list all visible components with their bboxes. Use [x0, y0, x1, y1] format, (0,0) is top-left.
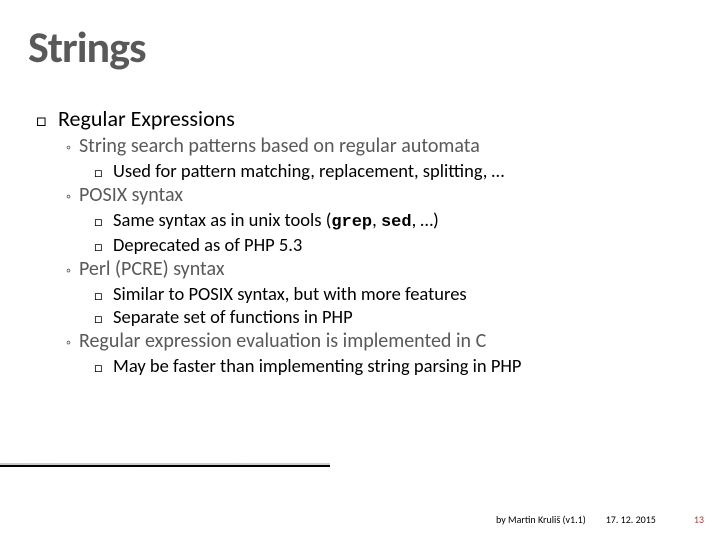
- list-item: □ Separate set of functions in PHP: [94, 305, 700, 328]
- slide-content: □ Regular Expressions ◦ String search pa…: [36, 105, 700, 377]
- list-item: □ Similar to POSIX syntax, but with more…: [94, 282, 700, 305]
- section-heading-row: □ Regular Expressions: [36, 105, 700, 133]
- list-item-text: May be faster than implementing string p…: [113, 354, 521, 377]
- decorative-line: [0, 463, 330, 469]
- slide-title: Strings: [28, 20, 146, 74]
- list-item-text: Same syntax as in unix tools (grep, sed,…: [113, 208, 439, 233]
- list-item-text: String search patterns based on regular …: [79, 134, 480, 159]
- page-number: 13: [694, 513, 704, 526]
- square-bullet-icon: □: [94, 289, 108, 303]
- list-item-text: Separate set of functions in PHP: [113, 305, 353, 328]
- square-bullet-icon: □: [36, 111, 52, 129]
- list-item-text: Used for pattern matching, replacement, …: [113, 159, 504, 182]
- footer-author: by Martin Kruliš (v1.1): [496, 513, 586, 526]
- circle-bullet-icon: ◦: [66, 139, 71, 157]
- square-bullet-icon: □: [94, 166, 108, 180]
- list-item-text: POSIX syntax: [79, 183, 183, 208]
- list-item: ◦ Regular expression evaluation is imple…: [66, 329, 700, 354]
- list-item-text: Similar to POSIX syntax, but with more f…: [113, 282, 467, 305]
- square-bullet-icon: □: [94, 361, 108, 375]
- square-bullet-icon: □: [94, 240, 108, 254]
- square-bullet-icon: □: [94, 312, 108, 326]
- code-token: grep: [331, 213, 372, 232]
- circle-bullet-icon: ◦: [66, 334, 71, 352]
- list-item: □ Same syntax as in unix tools (grep, se…: [94, 208, 700, 233]
- section-heading: Regular Expressions: [58, 105, 235, 133]
- list-item: □ Deprecated as of PHP 5.3: [94, 233, 700, 256]
- list-item-text: Regular expression evaluation is impleme…: [79, 329, 486, 354]
- circle-bullet-icon: ◦: [66, 262, 71, 280]
- list-item: □ Used for pattern matching, replacement…: [94, 159, 700, 182]
- slide-footer: by Martin Kruliš (v1.1) 17. 12. 2015 13: [496, 513, 704, 526]
- list-item: ◦ POSIX syntax: [66, 183, 700, 208]
- list-item-text: Perl (PCRE) syntax: [79, 257, 225, 282]
- circle-bullet-icon: ◦: [66, 188, 71, 206]
- list-item: ◦ String search patterns based on regula…: [66, 134, 700, 159]
- footer-date: 17. 12. 2015: [606, 513, 656, 526]
- list-item-text: Deprecated as of PHP 5.3: [113, 233, 302, 256]
- list-item: ◦ Perl (PCRE) syntax: [66, 257, 700, 282]
- list-item: □ May be faster than implementing string…: [94, 354, 700, 377]
- code-token: sed: [381, 213, 412, 232]
- square-bullet-icon: □: [94, 215, 108, 229]
